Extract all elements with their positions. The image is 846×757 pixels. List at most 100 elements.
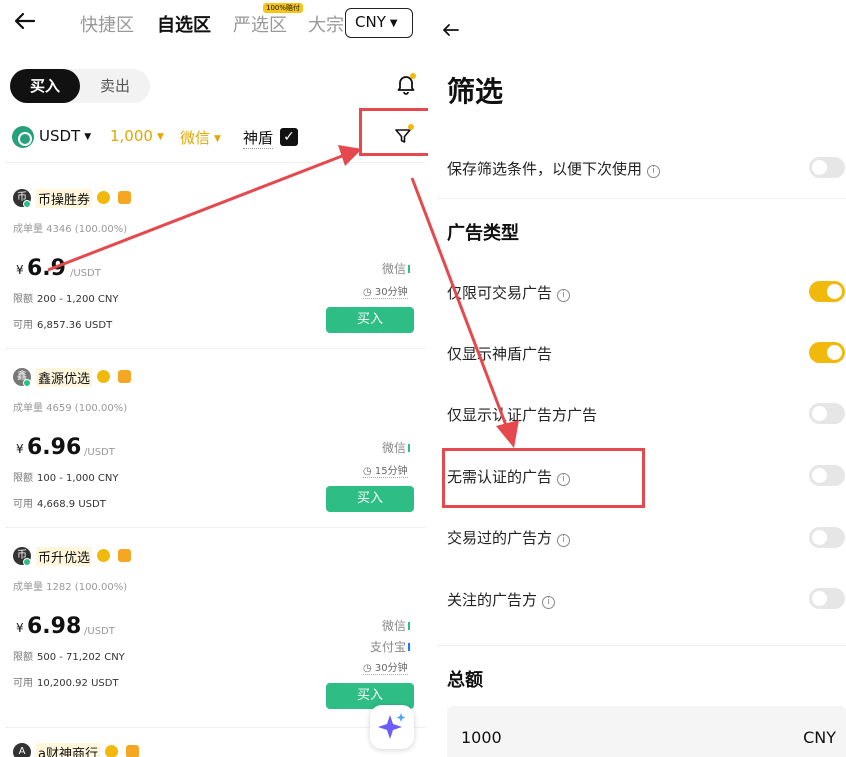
amount-currency: CNY (803, 728, 836, 747)
divider (437, 198, 846, 199)
tab-watchlist[interactable]: 自选区 (157, 11, 211, 37)
price-unit: /USDT (84, 447, 115, 458)
buy-button[interactable]: 买入 (326, 486, 414, 512)
tab-bulk[interactable]: 大宗 (308, 11, 344, 37)
limit-value: 100 - 1,000 CNY (37, 473, 119, 484)
currency-symbol: ¥ (16, 442, 24, 456)
coin-label: USDT (39, 127, 81, 145)
limit-label: 限额 (13, 294, 33, 305)
order-stats: 成单量 4659 (100.00%) (13, 403, 128, 414)
limit-label: 限额 (13, 473, 33, 484)
merchant-name[interactable]: 币操胜券 (36, 189, 93, 208)
merchant-name[interactable]: 币升优选 (36, 547, 93, 566)
clock-icon: ◷ (363, 466, 372, 477)
toggle-verified-advertiser[interactable] (809, 403, 845, 424)
payment-method: 支付宝 (370, 638, 411, 655)
coin-select[interactable]: USDT ▼ (39, 127, 91, 145)
shield-badge-icon (118, 191, 131, 204)
online-status-dot (23, 200, 31, 208)
amount-value: 1000 (461, 728, 502, 747)
ad-type-heading: 广告类型 (447, 223, 519, 244)
shield-checkbox[interactable]: ✓ (280, 128, 298, 146)
amount-input[interactable]: 1000 CNY (447, 706, 846, 757)
shield-badge-icon (118, 549, 131, 562)
limit-label: 限额 (13, 652, 33, 663)
payment-method: 微信 (382, 260, 411, 277)
payment-time: ◷ 30分钟 (363, 283, 408, 299)
buy-button[interactable]: 买入 (326, 307, 414, 333)
save-filter-toggle[interactable] (809, 157, 845, 178)
toggle-followed-advertiser[interactable] (809, 588, 845, 609)
toggle-shield-only[interactable] (809, 342, 845, 363)
ai-assistant-button[interactable] (370, 705, 414, 749)
limit: 限额 200 - 1,200 CNY (13, 290, 118, 305)
buy-tab[interactable]: 买入 (10, 69, 80, 103)
avatar: A (13, 743, 31, 757)
tab-selected[interactable]: 严选区 (233, 11, 287, 37)
shield-badge-icon (126, 745, 139, 757)
arrow-left-icon (14, 12, 36, 30)
payment-method: 微信 (382, 617, 411, 634)
available: 可用 6,857.36 USDT (13, 316, 112, 331)
amount-select[interactable]: 1,000 ▼ (110, 127, 164, 145)
time-label: 30分钟 (374, 287, 408, 298)
payment-select[interactable]: 微信 ▼ (180, 127, 221, 148)
currency-select[interactable]: CNY ▼ (345, 8, 413, 38)
back-button[interactable] (441, 20, 461, 45)
payment-method: 微信 (382, 439, 411, 456)
price: 6.96 (27, 435, 82, 460)
divider (5, 162, 425, 163)
toggle-no-verification[interactable] (809, 465, 845, 486)
info-icon[interactable]: i (557, 289, 571, 302)
limit: 限额 500 - 71,202 CNY (13, 648, 125, 663)
filter-panel: 筛选 保存筛选条件，以便下次使用 i 广告类型 仅限可交易广告 i 仅显示神盾广告 … (437, 0, 846, 757)
merchant-name[interactable]: 鑫源优选 (36, 368, 93, 387)
verified-badge-icon (97, 370, 110, 383)
divider (437, 645, 846, 646)
toggle-tradable-only[interactable] (809, 281, 845, 302)
notification-dot (410, 73, 416, 79)
merchant-card: 币 币升优选 成单量 1282 (100.00%) ¥ 6.98 /USDT 限… (0, 528, 428, 728)
notification-button[interactable] (395, 73, 419, 97)
info-icon[interactable]: i (647, 165, 661, 178)
option-followed-advertiser: 关注的广告方 i (447, 589, 556, 610)
available-value: 10,200.92 USDT (37, 678, 119, 689)
verified-badge-icon (105, 745, 118, 757)
caret-down-icon: ▼ (84, 132, 92, 142)
toggle-traded-advertiser[interactable] (809, 527, 845, 548)
amount-heading: 总额 (447, 670, 483, 691)
currency-symbol: ¥ (16, 621, 24, 635)
option-verified-advertiser: 仅显示认证广告方广告 (447, 404, 597, 425)
page-title: 筛选 (447, 75, 504, 108)
limit-value: 200 - 1,200 CNY (37, 294, 119, 305)
time-label: 15分钟 (374, 466, 408, 477)
option-label: 仅显示认证广告方广告 (447, 406, 598, 424)
price: 6.98 (27, 614, 82, 639)
caret-down-icon: ▼ (214, 134, 221, 144)
amount-label: 1,000 (110, 127, 153, 145)
arrow-left-icon (443, 24, 459, 36)
available-value: 4,668.9 USDT (37, 499, 106, 510)
merchant-name[interactable]: a财神商行 (36, 743, 100, 757)
sell-tab[interactable]: 卖出 (80, 69, 150, 103)
back-button[interactable] (12, 8, 42, 38)
info-icon[interactable]: i (557, 534, 571, 547)
online-status-dot (23, 558, 31, 566)
verified-badge-icon (97, 549, 110, 562)
payment-label: 微信 (382, 262, 407, 276)
available: 可用 4,668.9 USDT (13, 495, 106, 510)
price-unit: /USDT (70, 268, 101, 279)
option-traded-advertiser: 交易过的广告方 i (447, 527, 571, 548)
info-icon[interactable]: i (542, 596, 556, 609)
tab-badge: 100%赔付 (263, 3, 304, 13)
merchant-card: 币 币操胜券 成单量 4346 (100.00%) ¥ 6.9 /USDT 限额… (0, 170, 428, 348)
usdt-coin-icon (12, 126, 34, 148)
available-value: 6,857.36 USDT (37, 320, 113, 331)
caret-down-icon: ▼ (389, 18, 398, 29)
available-label: 可用 (13, 499, 33, 510)
tab-quick[interactable]: 快捷区 (80, 11, 134, 37)
price: 6.9 (27, 256, 66, 281)
currency-label: CNY (355, 13, 386, 31)
option-shield-only: 仅显示神盾广告 (447, 343, 552, 364)
caret-down-icon: ▼ (156, 132, 164, 142)
